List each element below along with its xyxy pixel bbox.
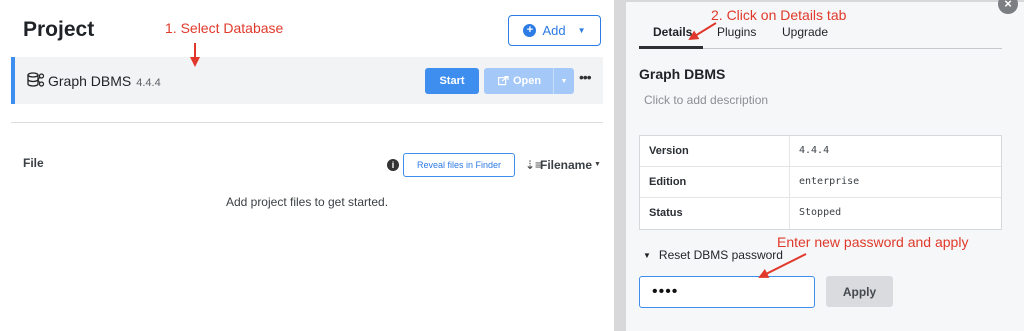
details-tabs: Details Plugins Upgrade bbox=[639, 22, 1002, 49]
project-panel: Project + Add ▼ Graph DBMS 4.4.4 Start Op… bbox=[0, 0, 614, 331]
property-value: Stopped bbox=[799, 207, 842, 218]
caret-down-icon: ▼ bbox=[643, 250, 651, 260]
tab-details[interactable]: Details bbox=[653, 25, 692, 39]
open-button-main[interactable]: Open bbox=[484, 75, 553, 87]
annotation-step1: 1. Select Database bbox=[165, 20, 284, 36]
divider bbox=[789, 167, 790, 198]
active-tab-indicator bbox=[639, 46, 703, 49]
database-version: 4.4.4 bbox=[136, 77, 161, 89]
add-button-label: Add bbox=[542, 23, 566, 38]
add-button[interactable]: + Add ▼ bbox=[508, 15, 601, 46]
table-row: Status Stopped bbox=[640, 198, 1001, 229]
annotation-step2: 2. Click on Details tab bbox=[711, 7, 847, 23]
file-column-header: File bbox=[23, 156, 44, 170]
description-field[interactable]: Click to add description bbox=[644, 93, 768, 107]
more-options-button[interactable]: ••• bbox=[579, 69, 592, 85]
database-name-label: Graph DBMS bbox=[48, 73, 132, 89]
reveal-files-button[interactable]: Reveal files in Finder bbox=[403, 153, 515, 177]
sort-filename[interactable]: Filename bbox=[540, 158, 592, 172]
properties-table: Version 4.4.4 Edition enterprise Status … bbox=[639, 135, 1002, 230]
details-title: Graph DBMS bbox=[639, 66, 726, 82]
property-key: Edition bbox=[649, 176, 687, 188]
info-icon[interactable]: i bbox=[387, 159, 399, 171]
database-icon bbox=[27, 72, 45, 87]
tab-upgrade[interactable]: Upgrade bbox=[782, 25, 828, 39]
database-row[interactable]: Graph DBMS 4.4.4 Start Open ▼ ••• bbox=[11, 57, 603, 104]
open-external-icon bbox=[498, 76, 509, 86]
table-row: Edition enterprise bbox=[640, 167, 1001, 198]
reset-password-toggle[interactable]: ▼ Reset DBMS password bbox=[643, 248, 783, 262]
property-value: 4.4.4 bbox=[799, 145, 830, 156]
property-value: enterprise bbox=[799, 176, 860, 187]
annotation-step3: Enter new password and apply bbox=[777, 234, 969, 250]
caret-down-icon[interactable]: ▼ bbox=[554, 78, 574, 85]
caret-down-icon: ▼ bbox=[577, 26, 586, 35]
page-title: Project bbox=[23, 18, 95, 41]
divider bbox=[789, 136, 790, 167]
open-button-label: Open bbox=[513, 75, 542, 87]
property-key: Status bbox=[649, 207, 683, 219]
database-name: Graph DBMS 4.4.4 bbox=[48, 73, 161, 89]
apply-button[interactable]: Apply bbox=[826, 276, 893, 307]
divider bbox=[789, 198, 790, 229]
property-key: Version bbox=[649, 145, 689, 157]
start-button[interactable]: Start bbox=[425, 68, 479, 94]
password-field[interactable]: •••• bbox=[639, 276, 815, 308]
divider bbox=[11, 122, 603, 123]
empty-files-message: Add project files to get started. bbox=[225, 195, 389, 209]
tab-plugins[interactable]: Plugins bbox=[717, 25, 756, 39]
open-button[interactable]: Open ▼ bbox=[484, 68, 574, 94]
plus-circle-icon: + bbox=[523, 24, 537, 37]
reset-password-label: Reset DBMS password bbox=[658, 248, 783, 262]
table-row: Version 4.4.4 bbox=[640, 136, 1001, 167]
caret-down-icon[interactable]: ▼ bbox=[594, 161, 601, 168]
